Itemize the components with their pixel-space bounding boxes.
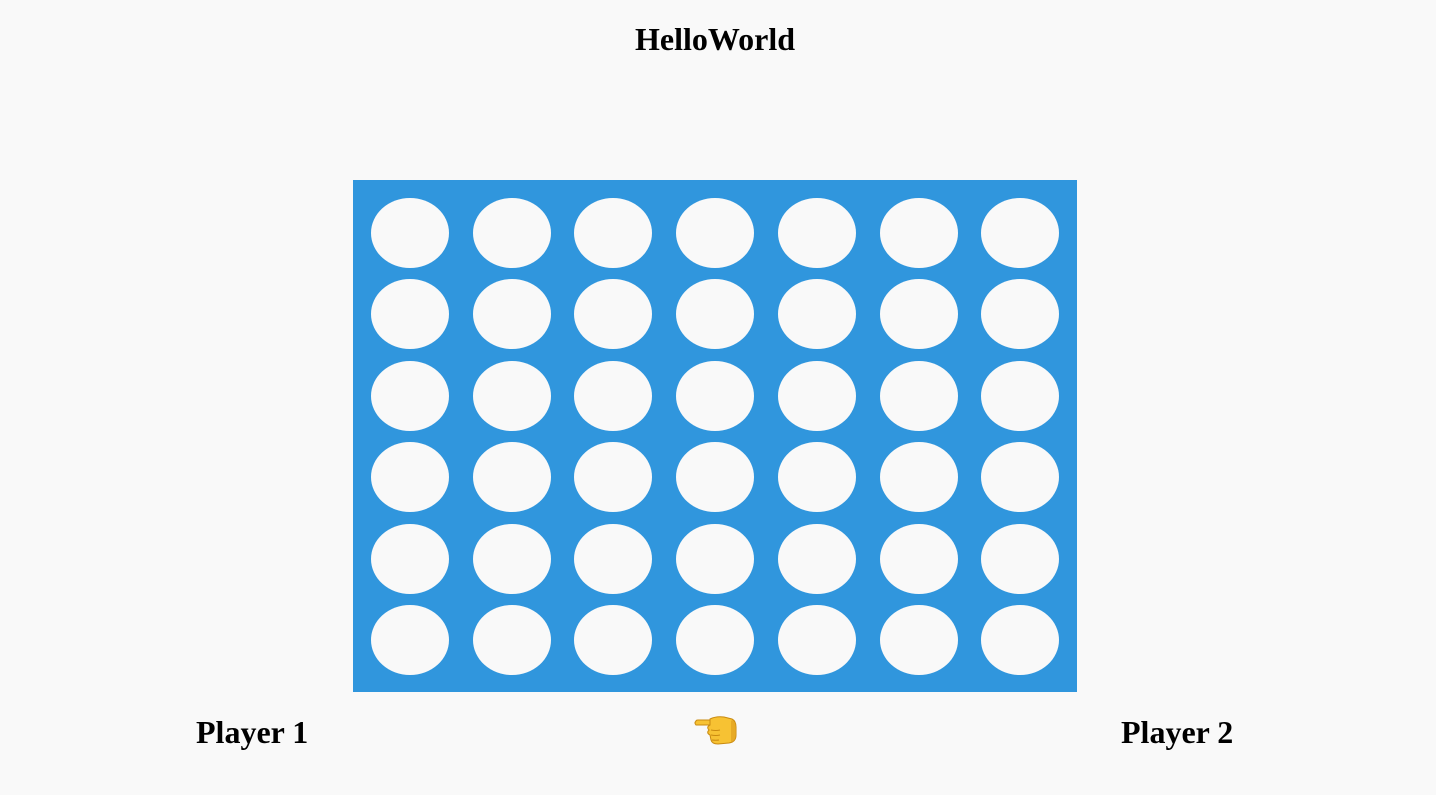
board-cell-r3-c2[interactable] (473, 361, 551, 431)
board-cell-r1-c3[interactable] (574, 198, 652, 268)
board-cell-r2-c2[interactable] (473, 279, 551, 349)
board-cell-r6-c2[interactable] (473, 605, 551, 675)
board-cell-r6-c1[interactable] (371, 605, 449, 675)
board-cell-r2-c7[interactable] (981, 279, 1059, 349)
board-cell-r2-c3[interactable] (574, 279, 652, 349)
board-cell-r1-c1[interactable] (371, 198, 449, 268)
board-cell-r5-c5[interactable] (778, 524, 856, 594)
board-cell-r4-c2[interactable] (473, 442, 551, 512)
board-cell-r4-c5[interactable] (778, 442, 856, 512)
board-cell-r4-c1[interactable] (371, 442, 449, 512)
board-cell-r1-c5[interactable] (778, 198, 856, 268)
board-cell-r3-c7[interactable] (981, 361, 1059, 431)
turn-indicator (692, 709, 738, 749)
board-cell-r3-c5[interactable] (778, 361, 856, 431)
board-cell-r1-c7[interactable] (981, 198, 1059, 268)
board-cell-r4-c6[interactable] (880, 442, 958, 512)
board-cell-r3-c4[interactable] (676, 361, 754, 431)
board-cell-r5-c1[interactable] (371, 524, 449, 594)
board-cell-r3-c6[interactable] (880, 361, 958, 431)
board-cell-r6-c4[interactable] (676, 605, 754, 675)
player-1-label: Player 1 (196, 714, 309, 750)
board-cell-r1-c2[interactable] (473, 198, 551, 268)
game-board[interactable] (353, 180, 1077, 692)
board-cell-r6-c7[interactable] (981, 605, 1059, 675)
board-cell-r2-c6[interactable] (880, 279, 958, 349)
board-cell-r5-c3[interactable] (574, 524, 652, 594)
board-cell-r2-c1[interactable] (371, 279, 449, 349)
player-2-label: Player 2 (1121, 714, 1234, 750)
board-cell-r6-c6[interactable] (880, 605, 958, 675)
board-cell-r6-c5[interactable] (778, 605, 856, 675)
board-cell-r1-c6[interactable] (880, 198, 958, 268)
page-title: HelloWorld (635, 21, 795, 57)
board-cell-r5-c4[interactable] (676, 524, 754, 594)
board-cell-r2-c5[interactable] (778, 279, 856, 349)
board-cell-r3-c1[interactable] (371, 361, 449, 431)
board-cell-r5-c6[interactable] (880, 524, 958, 594)
board-cell-r4-c7[interactable] (981, 442, 1059, 512)
board-cell-r2-c4[interactable] (676, 279, 754, 349)
board-cell-r4-c3[interactable] (574, 442, 652, 512)
board-cell-r4-c4[interactable] (676, 442, 754, 512)
board-cell-r6-c3[interactable] (574, 605, 652, 675)
board-cell-r1-c4[interactable] (676, 198, 754, 268)
game-page: HelloWorld Player 1 Player 2 (0, 0, 1436, 795)
hand-pointing-left-icon (694, 716, 737, 745)
board-cell-r3-c3[interactable] (574, 361, 652, 431)
board-cell-r5-c2[interactable] (473, 524, 551, 594)
board-cell-r5-c7[interactable] (981, 524, 1059, 594)
